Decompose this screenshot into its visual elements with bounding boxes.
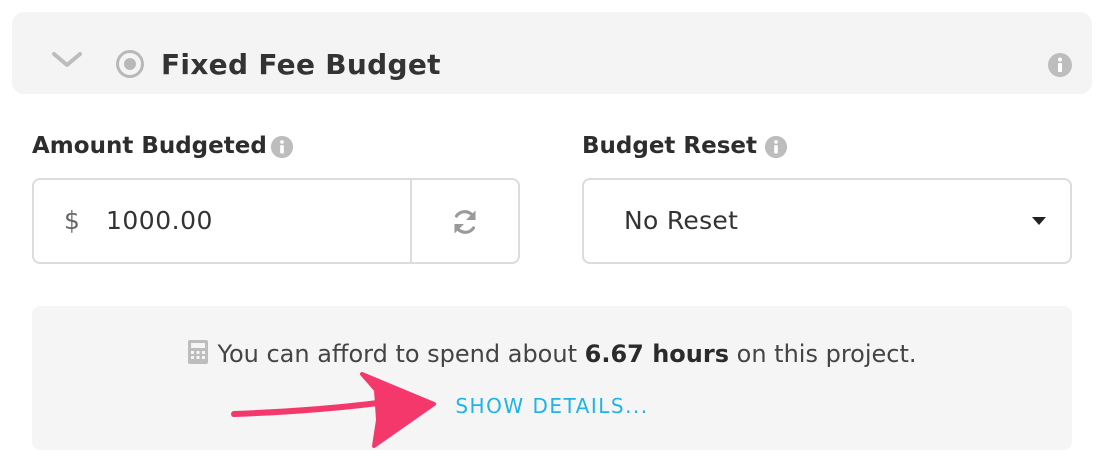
afford-prefix: You can afford to spend about xyxy=(217,340,577,368)
info-icon[interactable] xyxy=(1047,52,1073,78)
budget-reset-select[interactable]: No Reset xyxy=(582,178,1072,264)
amount-value[interactable]: 1000.00 xyxy=(106,206,213,235)
info-icon[interactable] xyxy=(270,135,294,159)
budget-reset-label: Budget Reset xyxy=(582,133,758,159)
chevron-down-icon[interactable] xyxy=(50,50,84,70)
recalculate-button[interactable] xyxy=(412,180,518,264)
afford-summary-panel: You can afford to spend about 6.67 hours… xyxy=(32,306,1072,450)
amount-budgeted-input[interactable]: $ 1000.00 xyxy=(32,178,520,264)
afford-hours: 6.67 hours xyxy=(584,340,729,368)
budget-reset-value: No Reset xyxy=(624,206,739,235)
budget-section-header[interactable]: Fixed Fee Budget xyxy=(12,12,1092,94)
amount-budgeted-label: Amount Budgeted xyxy=(32,133,267,159)
info-icon[interactable] xyxy=(764,135,788,159)
afford-suffix: on this project. xyxy=(736,340,917,368)
section-title: Fixed Fee Budget xyxy=(161,48,441,81)
caret-down-icon xyxy=(1032,217,1046,225)
refresh-icon xyxy=(454,210,476,234)
target-icon xyxy=(116,50,144,78)
currency-symbol: $ xyxy=(64,206,80,235)
afford-summary-text: You can afford to spend about 6.67 hours… xyxy=(32,338,1072,370)
show-details-link[interactable]: SHOW DETAILS... xyxy=(32,392,1072,420)
calculator-icon xyxy=(188,340,209,364)
pointer-arrow-annotation xyxy=(231,372,436,448)
